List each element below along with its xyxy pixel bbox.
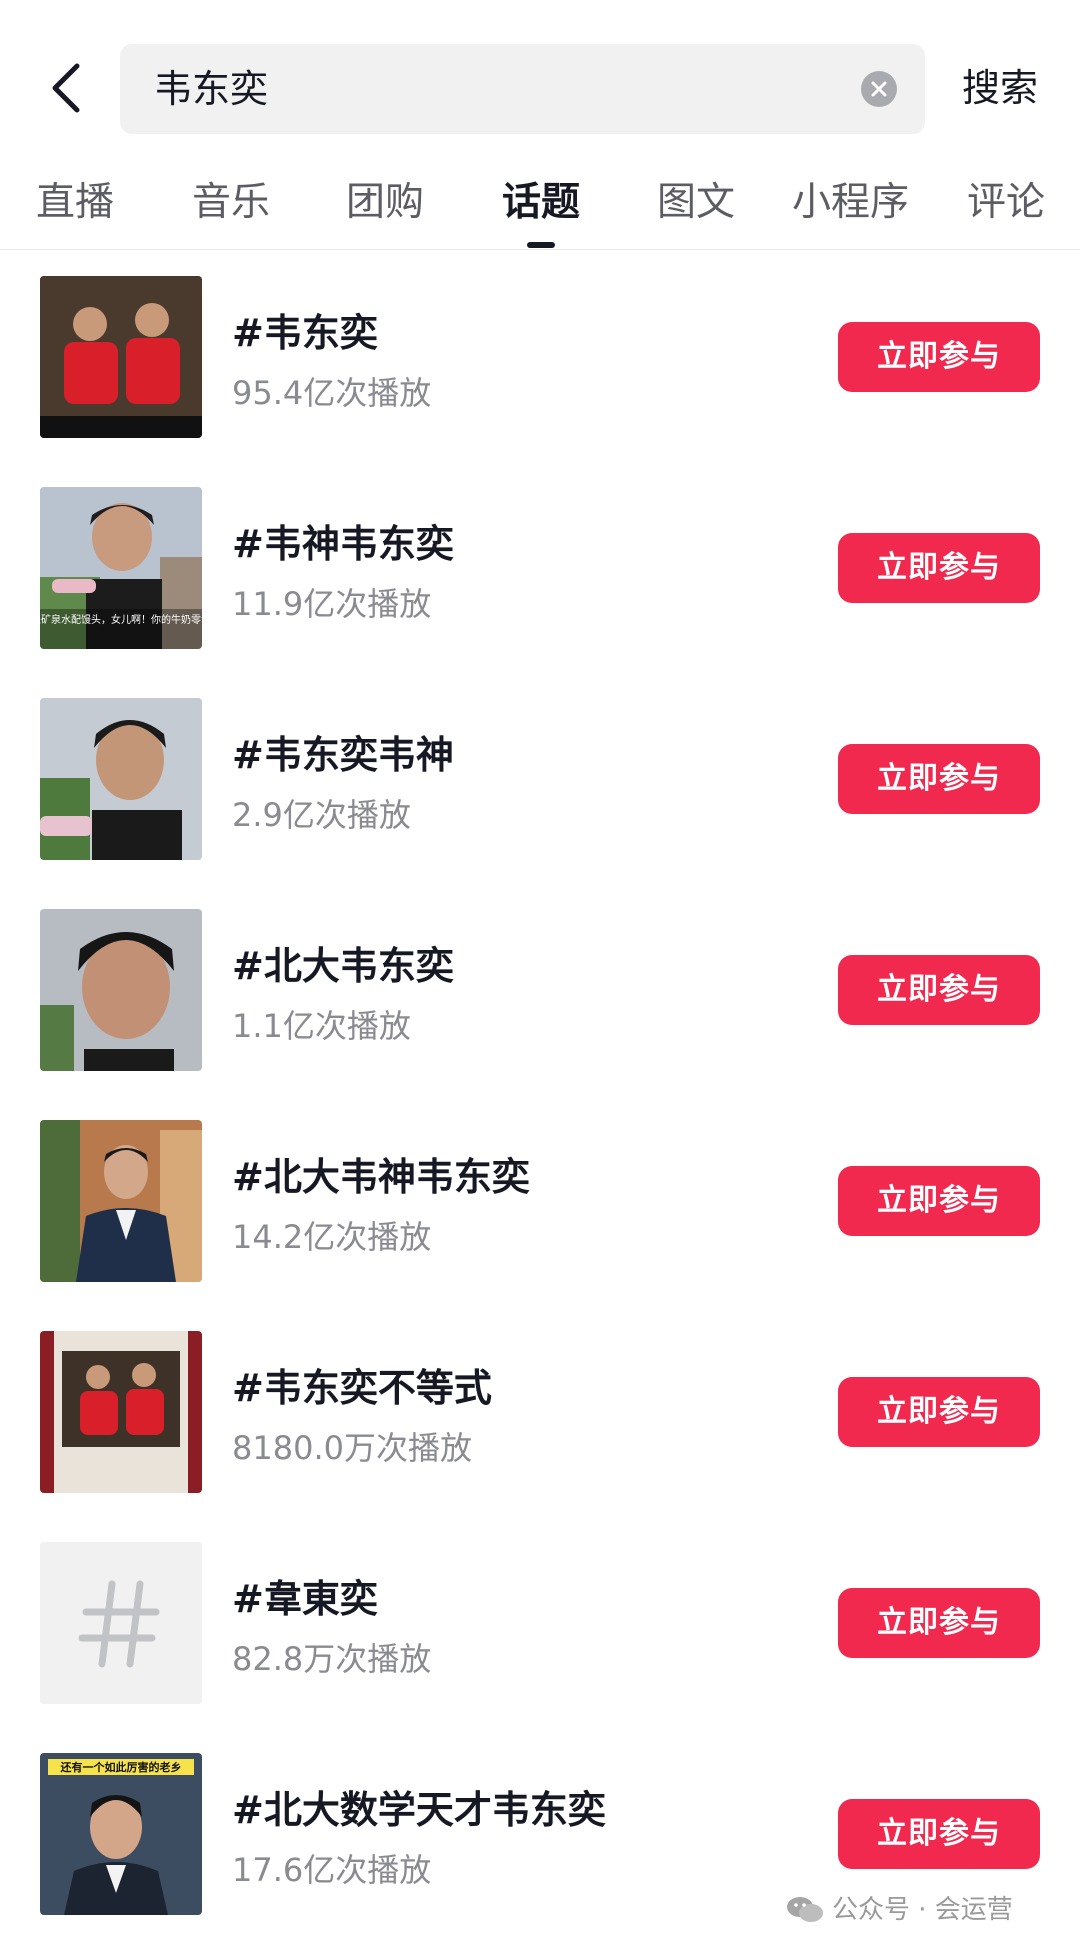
join-topic-button[interactable]: 立即参与 (838, 533, 1040, 603)
chevron-left-icon (52, 63, 80, 113)
tab-live[interactable]: 直播 (36, 178, 114, 228)
topic-title: #北大数学天才韦东奕 (232, 1788, 606, 1832)
clear-search-button[interactable] (861, 71, 897, 107)
topic-thumbnail-image: 还有一个如此厉害的老乡 (40, 1753, 202, 1915)
join-topic-button[interactable]: 立即参与 (838, 1166, 1040, 1236)
tab-music[interactable]: 音乐 (192, 178, 270, 228)
topic-title: #韦东奕韦神 (232, 733, 454, 777)
topic-thumbnail (40, 1120, 202, 1282)
thumbnail-caption: 学神都是矿泉水配馒头，女儿啊！你的牛奶零食该断啦 (40, 613, 202, 626)
topic-row[interactable]: #韦东奕不等式 8180.0万次播放 立即参与 (0, 1305, 1080, 1516)
search-input[interactable]: 韦东奕 (120, 44, 925, 134)
topic-play-count: 8180.0万次播放 (232, 1429, 472, 1467)
topic-thumbnail (40, 909, 202, 1071)
topic-play-count: 17.6亿次播放 (232, 1851, 432, 1889)
search-query[interactable]: 韦东奕 (154, 44, 268, 134)
topic-play-count: 82.8万次播放 (232, 1640, 432, 1678)
tab-comments[interactable]: 评论 (967, 178, 1045, 228)
join-topic-button[interactable]: 立即参与 (838, 322, 1040, 392)
topic-thumbnail-image (40, 1120, 202, 1282)
topic-title: #北大韦神韦东奕 (232, 1155, 530, 1199)
topic-play-count: 11.9亿次播放 (232, 585, 432, 623)
join-topic-button[interactable]: 立即参与 (838, 955, 1040, 1025)
topic-row[interactable]: 学神都是矿泉水配馒头，女儿啊！你的牛奶零食该断啦 #韦神韦东奕 11.9亿次播放… (0, 461, 1080, 672)
wechat-icon (787, 1897, 823, 1922)
join-topic-button[interactable]: 立即参与 (838, 1588, 1040, 1658)
topic-title: #韦神韦东奕 (232, 522, 454, 566)
topic-search-page: 韦东奕 搜索 直播 音乐 团购 话题 图文 小程序 评论 #韦东奕 95.4亿次… (0, 0, 1080, 1952)
topic-play-count: 1.1亿次播放 (232, 1007, 411, 1045)
topic-title: #韦东奕不等式 (232, 1366, 492, 1410)
topic-play-count: 95.4亿次播放 (232, 374, 432, 412)
topic-thumbnail: 学神都是矿泉水配馒头，女儿啊！你的牛奶零食该断啦 (40, 487, 202, 649)
close-icon (871, 81, 887, 97)
topic-title: #韋東奕 (232, 1577, 378, 1621)
join-topic-button[interactable]: 立即参与 (838, 1799, 1040, 1869)
watermark-text: 公众号 · 会运营 (832, 1895, 1013, 1925)
topic-play-count: 14.2亿次播放 (232, 1218, 432, 1256)
topic-play-count: 2.9亿次播放 (232, 796, 411, 834)
join-topic-button[interactable]: 立即参与 (838, 744, 1040, 814)
tab-group-buy[interactable]: 团购 (346, 178, 424, 228)
back-button[interactable] (40, 52, 92, 124)
topic-thumbnail-image (40, 909, 202, 1071)
topic-thumbnail (40, 1542, 202, 1704)
topic-row[interactable]: #韋東奕 82.8万次播放 立即参与 (0, 1516, 1080, 1727)
tab-mini-programs[interactable]: 小程序 (792, 178, 909, 228)
topic-thumbnail (40, 698, 202, 860)
topic-thumbnail (40, 1331, 202, 1493)
hashtag-icon (40, 1542, 202, 1704)
topic-thumbnail: 还有一个如此厉害的老乡 (40, 1753, 202, 1915)
topic-row[interactable]: #北大韦东奕 1.1亿次播放 立即参与 (0, 883, 1080, 1094)
topic-thumbnail-image (40, 276, 202, 438)
topic-row[interactable]: #北大韦神韦东奕 14.2亿次播放 立即参与 (0, 1094, 1080, 1305)
tab-topics[interactable]: 话题 (502, 178, 580, 228)
topic-thumbnail-image (40, 1331, 202, 1493)
search-category-tabs: 直播 音乐 团购 话题 图文 小程序 评论 (0, 160, 1080, 250)
active-tab-indicator (527, 242, 555, 248)
topic-thumbnail (40, 276, 202, 438)
join-topic-button[interactable]: 立即参与 (838, 1377, 1040, 1447)
topic-thumbnail-image: 学神都是矿泉水配馒头，女儿啊！你的牛奶零食该断啦 (40, 487, 202, 649)
tab-image-text[interactable]: 图文 (657, 178, 735, 228)
watermark: 公众号 · 会运营 (786, 1890, 1013, 1930)
topic-thumbnail-image (40, 698, 202, 860)
search-button[interactable]: 搜索 (962, 52, 1038, 124)
search-header: 韦东奕 搜索 (0, 0, 1080, 156)
topic-title: #韦东奕 (232, 311, 378, 355)
topic-title: #北大韦东奕 (232, 944, 454, 988)
topic-row[interactable]: #韦东奕 95.4亿次播放 立即参与 (0, 250, 1080, 461)
topic-row[interactable]: #韦东奕韦神 2.9亿次播放 立即参与 (0, 672, 1080, 883)
thumbnail-caption: 还有一个如此厉害的老乡 (60, 1760, 182, 1774)
